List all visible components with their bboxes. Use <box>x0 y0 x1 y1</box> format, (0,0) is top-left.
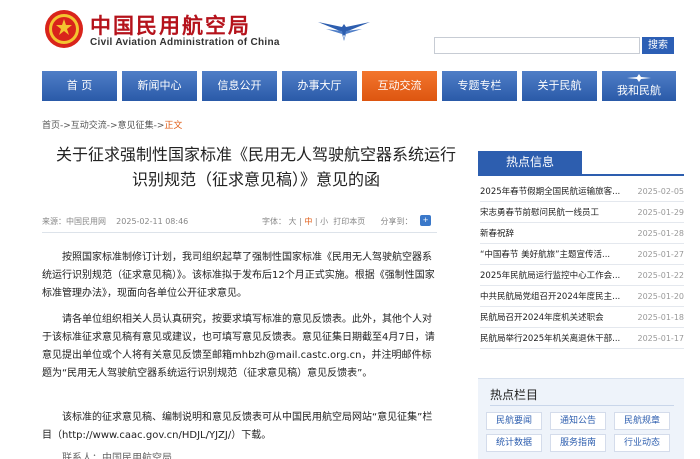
print-button[interactable]: 打印本页 <box>333 217 365 226</box>
news-item[interactable]: 2025年春节假期全国民航运输旅客... 2025-02-05 <box>480 182 684 202</box>
news-item-title[interactable]: 民航局召开2024年度机关述职会 <box>480 308 630 328</box>
nav-news[interactable]: 新闻中心 <box>122 71 197 101</box>
site-title-cn[interactable]: 中国民用航空局 <box>90 10 251 40</box>
news-item[interactable]: 民航局举行2025年机关离退休干部... 2025-01-17 <box>480 329 684 349</box>
nav-interaction[interactable]: 互动交流 <box>362 71 437 101</box>
nav-topics[interactable]: 专题专栏 <box>442 71 517 101</box>
column-tag[interactable]: 统计数据 <box>486 434 542 452</box>
nav-me-and-caac[interactable]: 我和民航 <box>602 71 676 101</box>
article-title-line1: 关于征求强制性国家标准《民用无人驾驶航空器系统运行 <box>55 145 456 164</box>
national-emblem-icon <box>45 10 83 48</box>
news-item[interactable]: 2025年民航局运行监控中心工作会... 2025-01-22 <box>480 266 684 286</box>
hot-columns-title: 热点栏目 <box>490 388 539 402</box>
nav-service[interactable]: 办事大厅 <box>282 71 357 101</box>
article-title: 关于征求强制性国家标准《民用无人驾驶航空器系统运行 识别规范（征求意见稿）》意见… <box>42 142 470 192</box>
news-item-date: 2025-01-20 <box>637 292 685 301</box>
news-item[interactable]: 民航局召开2024年度机关述职会 2025-01-18 <box>480 308 684 328</box>
search-button[interactable]: 搜索 <box>642 37 674 54</box>
news-item-title[interactable]: 2025年春节假期全国民航运输旅客... <box>480 182 630 202</box>
news-item-date: 2025-01-29 <box>637 208 685 217</box>
share-plus-icon[interactable]: + <box>420 215 431 226</box>
news-item-title[interactable]: 中共民航局党组召开2024年度民主... <box>480 287 630 307</box>
breadcrumb-current: 正文 <box>164 121 183 131</box>
article-source: 来源：中国民用网 <box>42 217 106 226</box>
nav-me-and-caac-label: 我和民航 <box>617 84 661 97</box>
hot-news-title: 热点信息 <box>478 151 582 174</box>
news-item-date: 2025-01-22 <box>637 271 685 280</box>
column-tag[interactable]: 民航规章 <box>614 412 670 430</box>
site-header: 中国民用航空局 Civil Aviation Administration of… <box>0 0 700 66</box>
column-tag[interactable]: 服务指南 <box>550 434 606 452</box>
column-tag[interactable]: 行业动态 <box>614 434 670 452</box>
news-item-date: 2025-01-27 <box>637 250 685 259</box>
font-large-button[interactable]: 大 <box>289 217 297 226</box>
news-item[interactable]: 新春祝辞 2025-01-28 <box>480 224 684 244</box>
nav-home[interactable]: 首 页 <box>42 71 117 101</box>
breadcrumb: 首页->互动交流->意见征集->正文 <box>42 118 182 131</box>
news-item-title[interactable]: “中国春节 美好航旅”主题宣传活... <box>480 245 630 265</box>
article-meta: 来源：中国民用网 2025-02-11 08:46 字体： 大 | 中 | 小 … <box>42 216 437 227</box>
main-nav: 首 页 新闻中心 信息公开 办事大厅 互动交流 专题专栏 关于民航 我和民航 <box>42 71 676 101</box>
news-item[interactable]: 宋志勇春节前慰问民航一线员工 2025-01-29 <box>480 203 684 223</box>
site-title-en: Civil Aviation Administration of China <box>90 37 280 48</box>
news-item[interactable]: “中国春节 美好航旅”主题宣传活... 2025-01-27 <box>480 245 684 265</box>
column-tag[interactable]: 通知公告 <box>550 412 606 430</box>
article-title-line2: 识别规范（征求意见稿）》意见的函 <box>131 170 380 189</box>
share-label: 分享到： <box>380 217 413 226</box>
news-item-date: 2025-01-18 <box>637 313 685 322</box>
news-item-title[interactable]: 2025年民航局运行监控中心工作会... <box>480 266 630 286</box>
article-paragraph-2: 请各单位组织相关人员认真研究，按要求填写标准的意见反馈表。此外，其他个人对于该标… <box>42 314 435 379</box>
nav-info[interactable]: 信息公开 <box>202 71 277 101</box>
plane-icon <box>627 74 651 82</box>
news-item-date: 2025-01-28 <box>637 229 685 238</box>
hot-columns-divider <box>490 405 674 406</box>
news-item-title[interactable]: 民航局举行2025年机关离退休干部... <box>480 329 630 349</box>
news-item-date: 2025-01-17 <box>637 334 685 343</box>
column-tag[interactable]: 民航要闻 <box>486 412 542 430</box>
font-size-label: 字体： <box>262 217 286 226</box>
news-item-title[interactable]: 宋志勇春节前慰问民航一线员工 <box>480 203 630 223</box>
meta-divider <box>42 232 437 233</box>
breadcrumb-path[interactable]: 首页->互动交流->意见征集-> <box>42 121 164 131</box>
article-paragraph-3: 该标准的征求意见稿、编制说明和意见反馈表可从中国民用航空局网站“意见征集”栏目（… <box>42 412 433 441</box>
font-small-button[interactable]: 小 <box>320 217 328 226</box>
article-tools: 字体： 大 | 中 | 小 打印本页 分享到： <box>262 217 413 226</box>
caac-wing-logo-icon <box>318 22 370 41</box>
article-paragraph-1: 按照国家标准制修订计划，我司组织起草了强制性国家标准《民用无人驾驶航空器系统运行… <box>42 252 435 299</box>
news-item-title[interactable]: 新春祝辞 <box>480 224 630 244</box>
hot-news-divider <box>478 174 684 176</box>
news-item-date: 2025-02-05 <box>637 187 685 196</box>
nav-about[interactable]: 关于民航 <box>522 71 597 101</box>
article-paragraph-4: 联系人：中国民用航空局 <box>62 453 172 459</box>
font-medium-button[interactable]: 中 <box>304 217 312 226</box>
article-date: 2025-02-11 08:46 <box>116 217 189 226</box>
search-input[interactable] <box>434 37 640 54</box>
news-item[interactable]: 中共民航局党组召开2024年度民主... 2025-01-20 <box>480 287 684 307</box>
